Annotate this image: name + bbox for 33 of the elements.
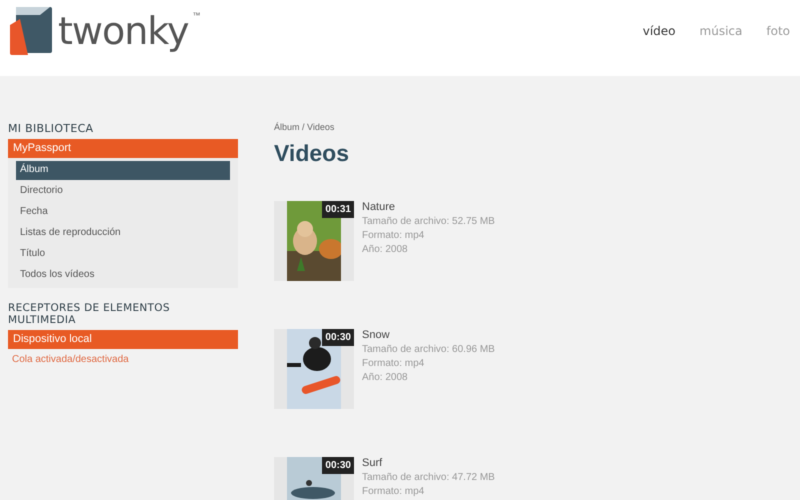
- server-item[interactable]: MyPassport: [8, 139, 238, 158]
- nav-link[interactable]: vídeo: [642, 24, 676, 38]
- duration-badge: 00:31: [322, 201, 354, 218]
- video-title[interactable]: Snow: [362, 329, 495, 341]
- trademark-sign: ™: [192, 11, 200, 20]
- breadcrumb: Álbum / Videos: [274, 122, 336, 132]
- video-detail: Año: 2008: [362, 372, 409, 383]
- video-detail: Tamaño de archivo: 52.75 MB: [362, 216, 495, 227]
- duration-badge: 00:30: [322, 329, 354, 346]
- video-detail: Tamaño de archivo: 47.72 MB: [362, 472, 495, 483]
- video-detail: Año: 2008: [362, 244, 409, 255]
- logo-icon: [10, 5, 54, 57]
- video-detail: Formato: mp4: [362, 230, 426, 241]
- duration-badge: 00:30: [322, 457, 354, 474]
- menu-item[interactable]: Título: [16, 245, 230, 264]
- thumbnail-frame[interactable]: 00:30: [274, 329, 354, 409]
- video-title[interactable]: Surf: [362, 457, 495, 469]
- video-detail: Formato: mp4: [362, 486, 426, 497]
- page-title: Videos: [274, 140, 350, 167]
- menu-item[interactable]: Álbum: [16, 161, 230, 180]
- menu-item[interactable]: Fecha: [16, 203, 230, 222]
- video-title[interactable]: Nature: [362, 201, 495, 213]
- video-detail: Tamaño de archivo: 60.96 MB: [362, 344, 495, 355]
- video-detail: Formato: mp4: [362, 358, 426, 369]
- section-heading: RECEPTORES DE ELEMENTOS MULTIMEDIA: [8, 302, 171, 326]
- renderer-item[interactable]: Dispositivo local: [8, 330, 238, 349]
- menu-item[interactable]: Directorio: [16, 182, 230, 201]
- section-heading: MI BIBLIOTECA: [8, 122, 94, 135]
- menu-item[interactable]: Todos los vídeos: [16, 266, 230, 285]
- thumbnail-frame[interactable]: 00:31: [274, 201, 354, 281]
- menu-item[interactable]: Listas de reproducción: [16, 224, 230, 243]
- thumbnail-frame[interactable]: 00:30: [274, 457, 354, 500]
- logo-text: twonky: [58, 9, 188, 53]
